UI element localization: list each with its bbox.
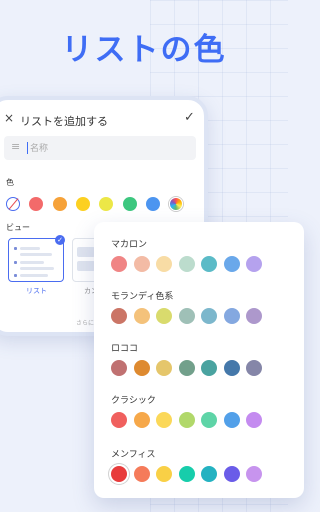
- color-swatch[interactable]: [52, 197, 67, 211]
- palette-color-dot[interactable]: [133, 466, 150, 482]
- list-line: [20, 274, 48, 277]
- palette-color-dot[interactable]: [156, 412, 172, 428]
- palette-color-dot[interactable]: [133, 412, 150, 428]
- list-bullet: [14, 247, 17, 250]
- close-icon[interactable]: ×: [4, 111, 14, 125]
- no-color-swatch[interactable]: [6, 197, 20, 211]
- palette-color-dot[interactable]: [246, 412, 262, 428]
- list-name-placeholder: 名称: [30, 144, 49, 154]
- palette-color-dot[interactable]: [111, 412, 127, 428]
- palette-color-dot[interactable]: [133, 308, 150, 324]
- list-bullet: [14, 261, 17, 264]
- headline: リストの色: [61, 32, 227, 68]
- palette-color-dot[interactable]: [111, 308, 127, 324]
- palette-color-dot[interactable]: [111, 360, 127, 376]
- confirm-check-icon[interactable]: ✓: [184, 110, 195, 125]
- palette-color-dot[interactable]: [246, 466, 262, 482]
- palette-color-dot[interactable]: [246, 256, 262, 272]
- list-line: [20, 267, 54, 270]
- color-swatch[interactable]: [99, 197, 114, 211]
- custom-color-swatch[interactable]: [169, 197, 184, 211]
- palette-color-dot[interactable]: [178, 256, 195, 272]
- palette-color-dot[interactable]: [156, 308, 172, 324]
- color-swatch[interactable]: [29, 197, 44, 211]
- palette-color-dot[interactable]: [178, 412, 195, 428]
- palette-color-dot[interactable]: [111, 466, 127, 482]
- palette-color-dot[interactable]: [178, 466, 195, 482]
- palette-group-title: メンフィス: [111, 450, 156, 460]
- palette-color-dot[interactable]: [133, 256, 150, 272]
- list-bullet: [14, 274, 17, 277]
- more-text: さらに: [76, 320, 95, 327]
- palette-group-title: ロココ: [111, 344, 139, 354]
- text-caret: [27, 142, 28, 154]
- palette-color-dot[interactable]: [201, 412, 217, 428]
- list-line: [20, 247, 40, 250]
- view-option-list[interactable]: ✓: [8, 235, 65, 282]
- palette-color-dot[interactable]: [178, 308, 195, 324]
- palette-color-dot[interactable]: [156, 360, 172, 376]
- palette-color-dot[interactable]: [111, 256, 127, 272]
- palette-color-dot[interactable]: [201, 466, 217, 482]
- palette-color-dot[interactable]: [223, 360, 240, 376]
- palette-color-dot[interactable]: [156, 256, 172, 272]
- palette-color-dot[interactable]: [223, 412, 240, 428]
- color-section-label: 色: [6, 178, 14, 187]
- screen-title: リストを追加する: [20, 115, 108, 128]
- palette-group-title: モランディ色系: [111, 292, 174, 302]
- palette-color-dot[interactable]: [178, 360, 195, 376]
- list-name-input[interactable]: ≡ 名称: [4, 136, 196, 160]
- color-palette-panel: マカロンモランディ色系 ロココクラシックメンフィス: [94, 222, 304, 498]
- selected-check-icon: ✓: [55, 235, 65, 245]
- list-line: [20, 253, 52, 256]
- color-swatch[interactable]: [145, 197, 160, 211]
- view-section-label: ビュー: [6, 223, 30, 232]
- palette-color-dot[interactable]: [133, 360, 150, 376]
- palette-group-title: クラシック: [111, 396, 156, 406]
- palette-color-dot[interactable]: [223, 466, 240, 482]
- palette-color-dot[interactable]: [246, 308, 262, 324]
- color-swatch[interactable]: [75, 197, 90, 211]
- palette-color-dot[interactable]: [201, 308, 217, 324]
- palette-color-dot[interactable]: [201, 360, 217, 376]
- color-swatch[interactable]: [122, 197, 137, 211]
- kanban-column: [77, 261, 95, 271]
- list-line: [20, 261, 44, 264]
- palette-color-dot[interactable]: [246, 360, 262, 376]
- palette-group-title: マカロン: [111, 240, 148, 250]
- screen-header: × リストを追加する ✓: [0, 110, 204, 132]
- list-lines-icon: ≡: [11, 140, 21, 153]
- palette-color-dot[interactable]: [156, 466, 172, 482]
- palette-color-dot[interactable]: [223, 308, 240, 324]
- palette-color-dot[interactable]: [223, 256, 240, 272]
- palette-color-dot[interactable]: [201, 256, 217, 272]
- view-option-list-label: リスト: [26, 287, 47, 295]
- kanban-column: [77, 247, 95, 257]
